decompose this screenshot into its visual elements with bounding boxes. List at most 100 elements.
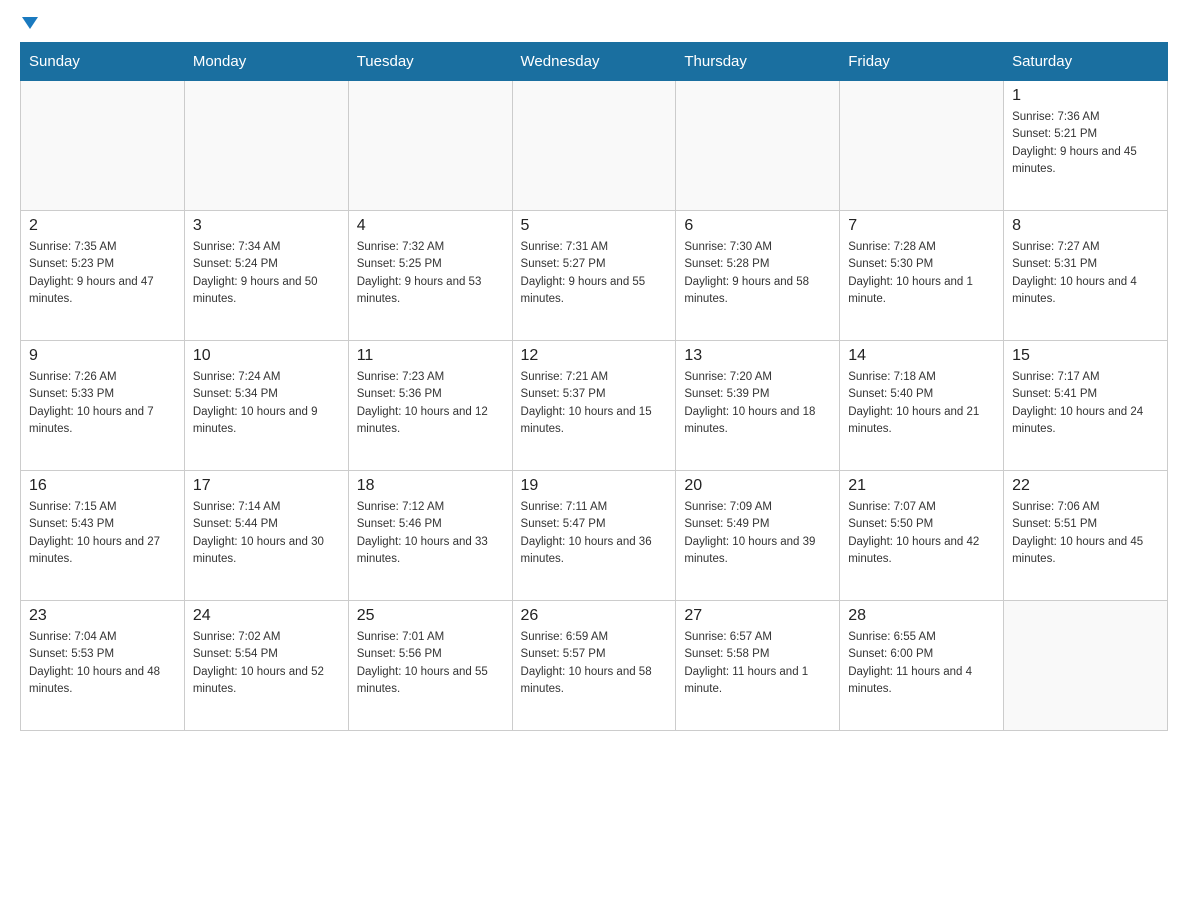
calendar-cell: 8 Sunrise: 7:27 AMSunset: 5:31 PMDaylight… <box>1004 211 1168 341</box>
day-number: 18 <box>357 477 504 495</box>
calendar-cell <box>840 81 1004 211</box>
day-info: Sunrise: 7:17 AMSunset: 5:41 PMDaylight:… <box>1012 369 1159 438</box>
calendar-cell <box>676 81 840 211</box>
day-info: Sunrise: 7:31 AMSunset: 5:27 PMDaylight:… <box>521 239 668 308</box>
day-number: 15 <box>1012 347 1159 365</box>
day-info: Sunrise: 7:20 AMSunset: 5:39 PMDaylight:… <box>684 369 831 438</box>
calendar-cell: 5 Sunrise: 7:31 AMSunset: 5:27 PMDaylight… <box>512 211 676 341</box>
logo-triangle-icon <box>22 17 38 29</box>
calendar-cell: 12 Sunrise: 7:21 AMSunset: 5:37 PMDayligh… <box>512 341 676 471</box>
day-number: 22 <box>1012 477 1159 495</box>
day-number: 1 <box>1012 87 1159 105</box>
calendar-cell: 19 Sunrise: 7:11 AMSunset: 5:47 PMDayligh… <box>512 471 676 601</box>
day-number: 2 <box>29 217 176 235</box>
calendar-week-3: 9 Sunrise: 7:26 AMSunset: 5:33 PMDaylight… <box>21 341 1168 471</box>
calendar-cell: 6 Sunrise: 7:30 AMSunset: 5:28 PMDaylight… <box>676 211 840 341</box>
weekday-header-monday: Monday <box>184 43 348 81</box>
day-info: Sunrise: 7:02 AMSunset: 5:54 PMDaylight:… <box>193 629 340 698</box>
day-info: Sunrise: 7:34 AMSunset: 5:24 PMDaylight:… <box>193 239 340 308</box>
calendar-cell: 3 Sunrise: 7:34 AMSunset: 5:24 PMDaylight… <box>184 211 348 341</box>
day-info: Sunrise: 7:12 AMSunset: 5:46 PMDaylight:… <box>357 499 504 568</box>
calendar-cell: 22 Sunrise: 7:06 AMSunset: 5:51 PMDayligh… <box>1004 471 1168 601</box>
calendar-cell: 24Sunrise: 7:02 AMSunset: 5:54 PMDayligh… <box>184 601 348 731</box>
calendar-cell: 4 Sunrise: 7:32 AMSunset: 5:25 PMDaylight… <box>348 211 512 341</box>
day-info: Sunrise: 7:23 AMSunset: 5:36 PMDaylight:… <box>357 369 504 438</box>
day-info: Sunrise: 7:30 AMSunset: 5:28 PMDaylight:… <box>684 239 831 308</box>
calendar-cell <box>21 81 185 211</box>
day-info: Sunrise: 7:15 AMSunset: 5:43 PMDaylight:… <box>29 499 176 568</box>
day-number: 8 <box>1012 217 1159 235</box>
weekday-header-sunday: Sunday <box>21 43 185 81</box>
logo <box>20 20 38 32</box>
calendar-week-2: 2 Sunrise: 7:35 AMSunset: 5:23 PMDaylight… <box>21 211 1168 341</box>
day-number: 17 <box>193 477 340 495</box>
calendar-cell: 7 Sunrise: 7:28 AMSunset: 5:30 PMDaylight… <box>840 211 1004 341</box>
day-info: Sunrise: 7:21 AMSunset: 5:37 PMDaylight:… <box>521 369 668 438</box>
day-info: Sunrise: 7:26 AMSunset: 5:33 PMDaylight:… <box>29 369 176 438</box>
day-number: 4 <box>357 217 504 235</box>
weekday-header-tuesday: Tuesday <box>348 43 512 81</box>
day-number: 28 <box>848 607 995 625</box>
calendar-header: SundayMondayTuesdayWednesdayThursdayFrid… <box>21 43 1168 81</box>
day-number: 10 <box>193 347 340 365</box>
weekday-row: SundayMondayTuesdayWednesdayThursdayFrid… <box>21 43 1168 81</box>
calendar-cell: 28Sunrise: 6:55 AMSunset: 6:00 PMDayligh… <box>840 601 1004 731</box>
calendar-cell <box>512 81 676 211</box>
calendar-cell: 2 Sunrise: 7:35 AMSunset: 5:23 PMDaylight… <box>21 211 185 341</box>
day-info: Sunrise: 7:35 AMSunset: 5:23 PMDaylight:… <box>29 239 176 308</box>
day-info: Sunrise: 7:06 AMSunset: 5:51 PMDaylight:… <box>1012 499 1159 568</box>
day-number: 25 <box>357 607 504 625</box>
day-info: Sunrise: 7:04 AMSunset: 5:53 PMDaylight:… <box>29 629 176 698</box>
calendar-cell <box>348 81 512 211</box>
calendar-body: 1 Sunrise: 7:36 AMSunset: 5:21 PMDaylight… <box>21 81 1168 731</box>
calendar-cell <box>1004 601 1168 731</box>
calendar-cell: 26Sunrise: 6:59 AMSunset: 5:57 PMDayligh… <box>512 601 676 731</box>
calendar-week-4: 16 Sunrise: 7:15 AMSunset: 5:43 PMDayligh… <box>21 471 1168 601</box>
day-number: 20 <box>684 477 831 495</box>
day-info: Sunrise: 7:32 AMSunset: 5:25 PMDaylight:… <box>357 239 504 308</box>
day-number: 6 <box>684 217 831 235</box>
day-info: Sunrise: 7:27 AMSunset: 5:31 PMDaylight:… <box>1012 239 1159 308</box>
day-info: Sunrise: 7:11 AMSunset: 5:47 PMDaylight:… <box>521 499 668 568</box>
day-info: Sunrise: 7:28 AMSunset: 5:30 PMDaylight:… <box>848 239 995 308</box>
calendar-cell: 23 Sunrise: 7:04 AMSunset: 5:53 PMDayligh… <box>21 601 185 731</box>
day-info: Sunrise: 6:57 AMSunset: 5:58 PMDaylight:… <box>684 629 831 698</box>
calendar-cell: 17 Sunrise: 7:14 AMSunset: 5:44 PMDayligh… <box>184 471 348 601</box>
day-number: 16 <box>29 477 176 495</box>
day-number: 14 <box>848 347 995 365</box>
day-info: Sunrise: 7:24 AMSunset: 5:34 PMDaylight:… <box>193 369 340 438</box>
day-number: 11 <box>357 347 504 365</box>
weekday-header-wednesday: Wednesday <box>512 43 676 81</box>
day-number: 3 <box>193 217 340 235</box>
calendar-cell: 27 Sunrise: 6:57 AMSunset: 5:58 PMDayligh… <box>676 601 840 731</box>
calendar-week-5: 23 Sunrise: 7:04 AMSunset: 5:53 PMDayligh… <box>21 601 1168 731</box>
calendar-cell: 25Sunrise: 7:01 AMSunset: 5:56 PMDayligh… <box>348 601 512 731</box>
day-number: 13 <box>684 347 831 365</box>
day-number: 19 <box>521 477 668 495</box>
calendar-cell: 14Sunrise: 7:18 AMSunset: 5:40 PMDayligh… <box>840 341 1004 471</box>
day-info: Sunrise: 7:36 AMSunset: 5:21 PMDaylight:… <box>1012 109 1159 178</box>
weekday-header-saturday: Saturday <box>1004 43 1168 81</box>
weekday-header-thursday: Thursday <box>676 43 840 81</box>
day-info: Sunrise: 7:09 AMSunset: 5:49 PMDaylight:… <box>684 499 831 568</box>
calendar-week-1: 1 Sunrise: 7:36 AMSunset: 5:21 PMDaylight… <box>21 81 1168 211</box>
calendar-cell: 11 Sunrise: 7:23 AMSunset: 5:36 PMDayligh… <box>348 341 512 471</box>
page-header <box>20 20 1168 32</box>
calendar-cell: 13 Sunrise: 7:20 AMSunset: 5:39 PMDayligh… <box>676 341 840 471</box>
calendar-table: SundayMondayTuesdayWednesdayThursdayFrid… <box>20 42 1168 731</box>
calendar-cell: 21 Sunrise: 7:07 AMSunset: 5:50 PMDayligh… <box>840 471 1004 601</box>
day-number: 23 <box>29 607 176 625</box>
calendar-cell: 16 Sunrise: 7:15 AMSunset: 5:43 PMDayligh… <box>21 471 185 601</box>
day-info: Sunrise: 7:14 AMSunset: 5:44 PMDaylight:… <box>193 499 340 568</box>
day-number: 21 <box>848 477 995 495</box>
day-number: 26 <box>521 607 668 625</box>
day-number: 7 <box>848 217 995 235</box>
day-info: Sunrise: 7:07 AMSunset: 5:50 PMDaylight:… <box>848 499 995 568</box>
day-number: 27 <box>684 607 831 625</box>
day-number: 5 <box>521 217 668 235</box>
calendar-cell: 18 Sunrise: 7:12 AMSunset: 5:46 PMDayligh… <box>348 471 512 601</box>
calendar-cell: 10 Sunrise: 7:24 AMSunset: 5:34 PMDayligh… <box>184 341 348 471</box>
calendar-cell: 1 Sunrise: 7:36 AMSunset: 5:21 PMDaylight… <box>1004 81 1168 211</box>
day-number: 12 <box>521 347 668 365</box>
day-number: 9 <box>29 347 176 365</box>
